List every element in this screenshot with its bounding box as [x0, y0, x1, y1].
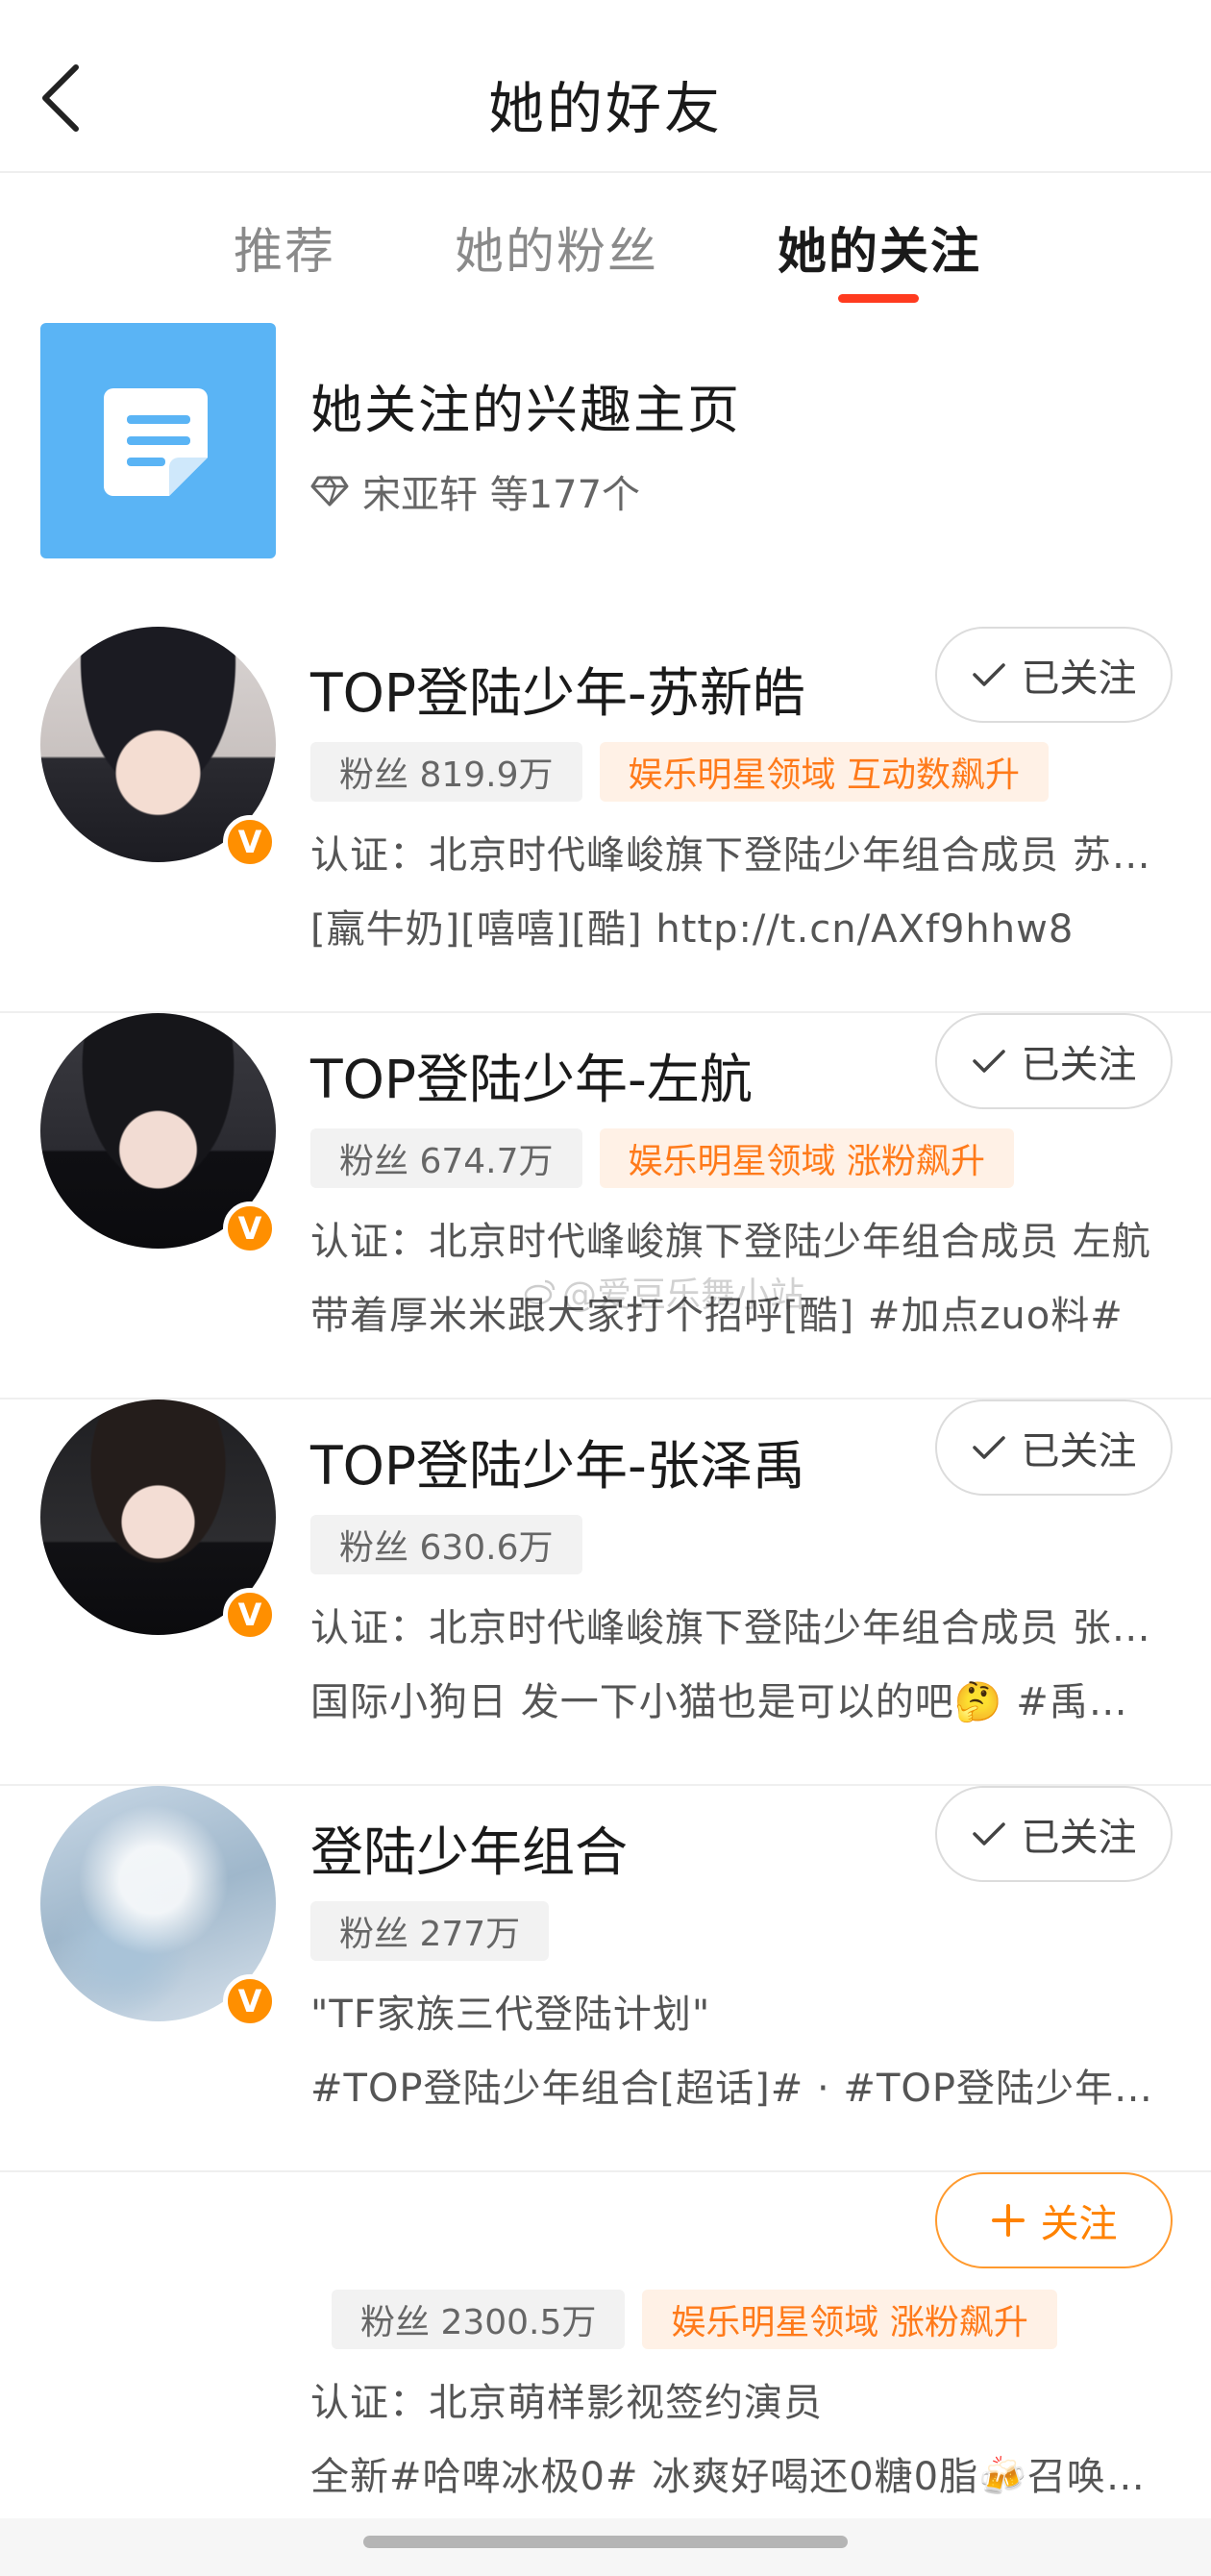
diamond-icon: [310, 475, 349, 507]
trending-badge: 娱乐明星领域 涨粉飙升: [642, 2290, 1057, 2349]
verified-badge-icon: V: [223, 1974, 277, 2028]
trending-badge: 娱乐明星领域 互动数飙升: [599, 742, 1049, 802]
user-tags: 粉丝 2300.5万 娱乐明星领域 涨粉飙升: [332, 2290, 1057, 2349]
user-tags: 粉丝 277万: [310, 1901, 550, 1961]
following-user-row[interactable]: V TOP登陆少年-左航 已关注 粉丝 674.7万 娱乐明星领域 涨粉飙升 认…: [0, 1013, 1211, 1399]
user-name[interactable]: TOP登陆少年-张泽禹: [310, 1423, 805, 1499]
bio-text: "TF家族三代登陆计划": [310, 1993, 711, 2037]
user-tags: 粉丝 674.7万 娱乐明星领域 涨粉飙升: [310, 1128, 1014, 1188]
checkmark-icon: [972, 1050, 1005, 1073]
verified-badge-icon: V: [223, 1588, 277, 1642]
interest-pages-title: 她关注的兴趣主页: [310, 380, 741, 440]
user-name[interactable]: 登陆少年组合: [310, 1809, 628, 1886]
latest-post-text: 全新#哈啤冰极0# 冰爽好喝还0糖0脂🍻召唤…: [310, 2455, 1146, 2499]
following-button[interactable]: 已关注: [935, 1399, 1173, 1496]
following-button[interactable]: 已关注: [935, 1013, 1173, 1109]
home-indicator[interactable]: [363, 2536, 848, 2548]
interest-pages-row[interactable]: 她关注的兴趣主页 宋亚轩 等177个: [0, 323, 1211, 558]
following-button[interactable]: 已关注: [935, 627, 1173, 723]
top-bar: 她的好友: [0, 0, 1211, 173]
document-icon: [104, 388, 208, 496]
following-user-row[interactable]: V TOP登陆少年-苏新皓 已关注 粉丝 819.9万 娱乐明星领域 互动数飙升…: [0, 627, 1211, 1013]
trending-badge: 娱乐明星领域 涨粉飙升: [599, 1128, 1014, 1188]
tab-bar: 推荐 她的粉丝 她的关注: [0, 183, 1211, 308]
user-tags: 粉丝 819.9万 娱乐明星领域 互动数飙升: [310, 742, 1049, 802]
following-user-row[interactable]: V TOP登陆少年-张泽禹 已关注 粉丝 630.6万 认证：北京时代峰峻旗下登…: [0, 1399, 1211, 1786]
fans-count: 粉丝 630.6万: [310, 1515, 582, 1574]
tab-her-fans[interactable]: 她的粉丝: [455, 211, 658, 283]
page-title: 她的好友: [487, 76, 723, 141]
interest-pages-count: 宋亚轩 等177个: [362, 473, 641, 517]
following-user-row[interactable]: V 登陆少年组合 已关注 粉丝 277万 "TF家族三代登陆计划" #TOP登陆…: [0, 1786, 1211, 2172]
follow-button[interactable]: 关注: [935, 2172, 1173, 2268]
verified-badge-icon: V: [223, 1201, 277, 1255]
checkmark-icon: [972, 1436, 1005, 1459]
fans-count: 粉丝 2300.5万: [332, 2290, 626, 2349]
weibo-logo-icon: [524, 1279, 556, 1305]
active-tab-indicator: [838, 294, 919, 303]
user-name[interactable]: TOP登陆少年-苏新皓: [310, 650, 805, 727]
verified-badge-icon: V: [223, 815, 277, 869]
verification-text: 认证：北京时代峰峻旗下登陆少年组合成员 张…: [310, 1606, 1151, 1650]
fans-count: 粉丝 674.7万: [310, 1128, 582, 1188]
checkmark-icon: [972, 663, 1005, 686]
checkmark-icon: [972, 1822, 1005, 1845]
following-user-row[interactable]: 关注 粉丝 2300.5万 娱乐明星领域 涨粉飙升 认证：北京萌样影视签约演员 …: [0, 2172, 1211, 2559]
latest-post-text: 国际小狗日 发一下小猫也是可以的吧🤔 #禹…: [310, 1680, 1128, 1724]
user-tags: 粉丝 630.6万: [310, 1515, 582, 1574]
user-name[interactable]: TOP登陆少年-左航: [310, 1036, 753, 1113]
verification-text: 认证：北京萌样影视签约演员: [310, 2381, 823, 2425]
following-button[interactable]: 已关注: [935, 1786, 1173, 1882]
fans-count: 粉丝 277万: [310, 1901, 550, 1961]
fans-count: 粉丝 819.9万: [310, 742, 582, 802]
plus-icon: [991, 2204, 1025, 2237]
latest-post-text: #TOP登陆少年组合[超话]# · #TOP登陆少年…: [310, 2067, 1153, 2111]
tab-recommend[interactable]: 推荐: [234, 211, 335, 283]
tab-her-following[interactable]: 她的关注: [778, 211, 981, 283]
interest-pages-subtitle: 宋亚轩 等177个: [310, 463, 640, 519]
verification-text: 认证：北京时代峰峻旗下登陆少年组合成员 左航: [310, 1220, 1151, 1264]
watermark: @爱豆乐舞小站: [524, 1267, 804, 1317]
interest-pages-thumbnail: [40, 323, 276, 558]
verification-text: 认证：北京时代峰峻旗下登陆少年组合成员 苏…: [310, 833, 1151, 878]
latest-post-text: [羸牛奶][嘻嘻][酷] http://t.cn/AXf9hhw8: [310, 907, 1075, 952]
